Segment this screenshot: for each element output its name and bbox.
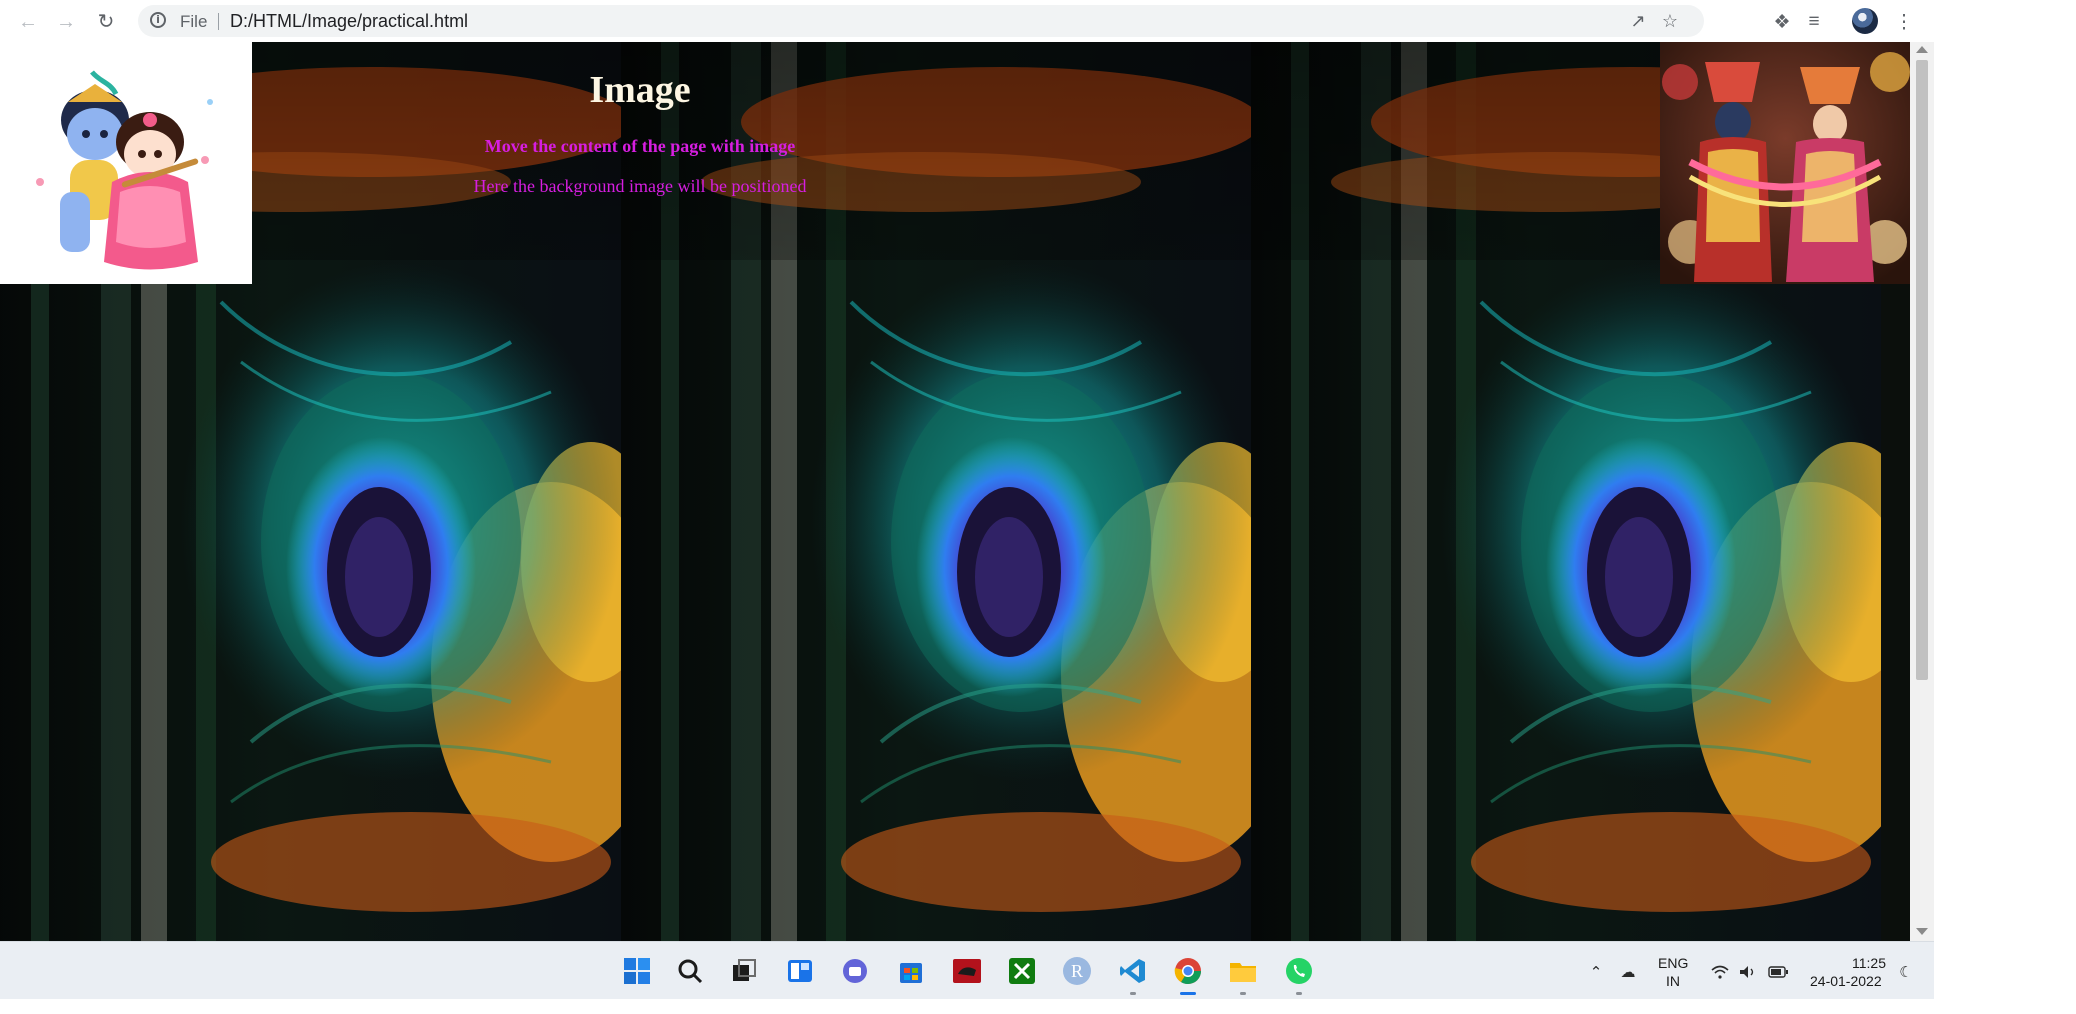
start-windows-icon[interactable] [620,954,654,988]
reading-list-icon[interactable]: ≡ [1800,8,1828,36]
r-app-letter: R [1070,961,1083,981]
forward-arrow-icon[interactable]: → [52,8,80,36]
page-viewport: Image Move the content of the page with … [0,42,1910,941]
krishna-radha-cartoon-image [0,42,252,284]
info-icon[interactable]: i [150,12,166,28]
running-indicator [1130,992,1136,995]
scheme-label: File [180,12,208,31]
volume-icon[interactable] [1738,963,1758,981]
windows-taskbar: R ⌃ ☁ ENG IN 11:25 24-01-2022 ☾ [0,941,1934,1000]
notifications-moon-icon[interactable]: ☾ [1896,963,1916,981]
url-text[interactable]: D:/HTML/Image/practical.html [230,11,468,32]
bookmark-star-icon[interactable]: ☆ [1658,9,1682,33]
battery-icon[interactable] [1768,963,1788,981]
active-app-indicator [1180,992,1196,995]
onedrive-cloud-icon[interactable]: ☁ [1618,963,1638,981]
widgets-icon[interactable] [783,954,817,988]
running-indicator [1296,992,1302,995]
kebab-menu-icon[interactable]: ⋮ [1890,8,1918,36]
teams-chat-icon[interactable] [838,954,872,988]
microsoft-store-icon[interactable] [894,954,928,988]
show-hidden-icons-chevron-icon[interactable]: ⌃ [1586,963,1606,981]
extensions-puzzle-icon[interactable]: ❖ [1768,8,1796,36]
reload-icon[interactable]: ↻ [92,8,120,36]
page-title: Image [589,69,691,111]
clock-time[interactable]: 11:25 [1852,955,1886,971]
xbox-icon[interactable] [1005,954,1039,988]
chrome-icon[interactable] [1171,954,1205,988]
language-primary[interactable]: ENG [1658,955,1688,971]
red-app-icon[interactable] [950,954,984,988]
search-icon[interactable] [673,954,707,988]
subtitle-line-2: Here the background image will be positi… [473,176,807,196]
radha-krishna-deity-photo [1660,42,1910,284]
running-indicator [1240,992,1246,995]
scroll-up-arrow-icon[interactable] [1916,46,1928,53]
back-arrow-icon[interactable]: ← [14,8,42,36]
subtitle-line-1: Move the content of the page with image [484,136,796,156]
profile-avatar[interactable] [1852,8,1878,34]
scroll-down-arrow-icon[interactable] [1916,928,1928,935]
page-header: Image Move the content of the page with … [0,42,1910,260]
r-app-icon[interactable]: R [1060,954,1094,988]
task-view-icon[interactable] [727,954,761,988]
outer-margin [1934,0,2076,1014]
bottom-margin [0,999,1934,1014]
clock-date[interactable]: 24-01-2022 [1810,973,1882,989]
header-text-block: Image Move the content of the page with … [250,42,1030,197]
browser-toolbar: ← → ↻ i File D:/HTML/Image/practical.htm… [0,0,1934,43]
wifi-icon[interactable] [1710,963,1730,981]
scrollbar-thumb[interactable] [1916,60,1928,680]
vscode-icon[interactable] [1116,954,1150,988]
address-bar[interactable]: i File D:/HTML/Image/practical.html ↗ ☆ [138,5,1704,37]
share-icon[interactable]: ↗ [1626,9,1650,33]
whatsapp-icon[interactable] [1282,954,1316,988]
vertical-scrollbar[interactable] [1910,42,1934,941]
language-secondary[interactable]: IN [1666,973,1680,989]
file-explorer-icon[interactable] [1226,954,1260,988]
scheme-divider [218,13,219,30]
